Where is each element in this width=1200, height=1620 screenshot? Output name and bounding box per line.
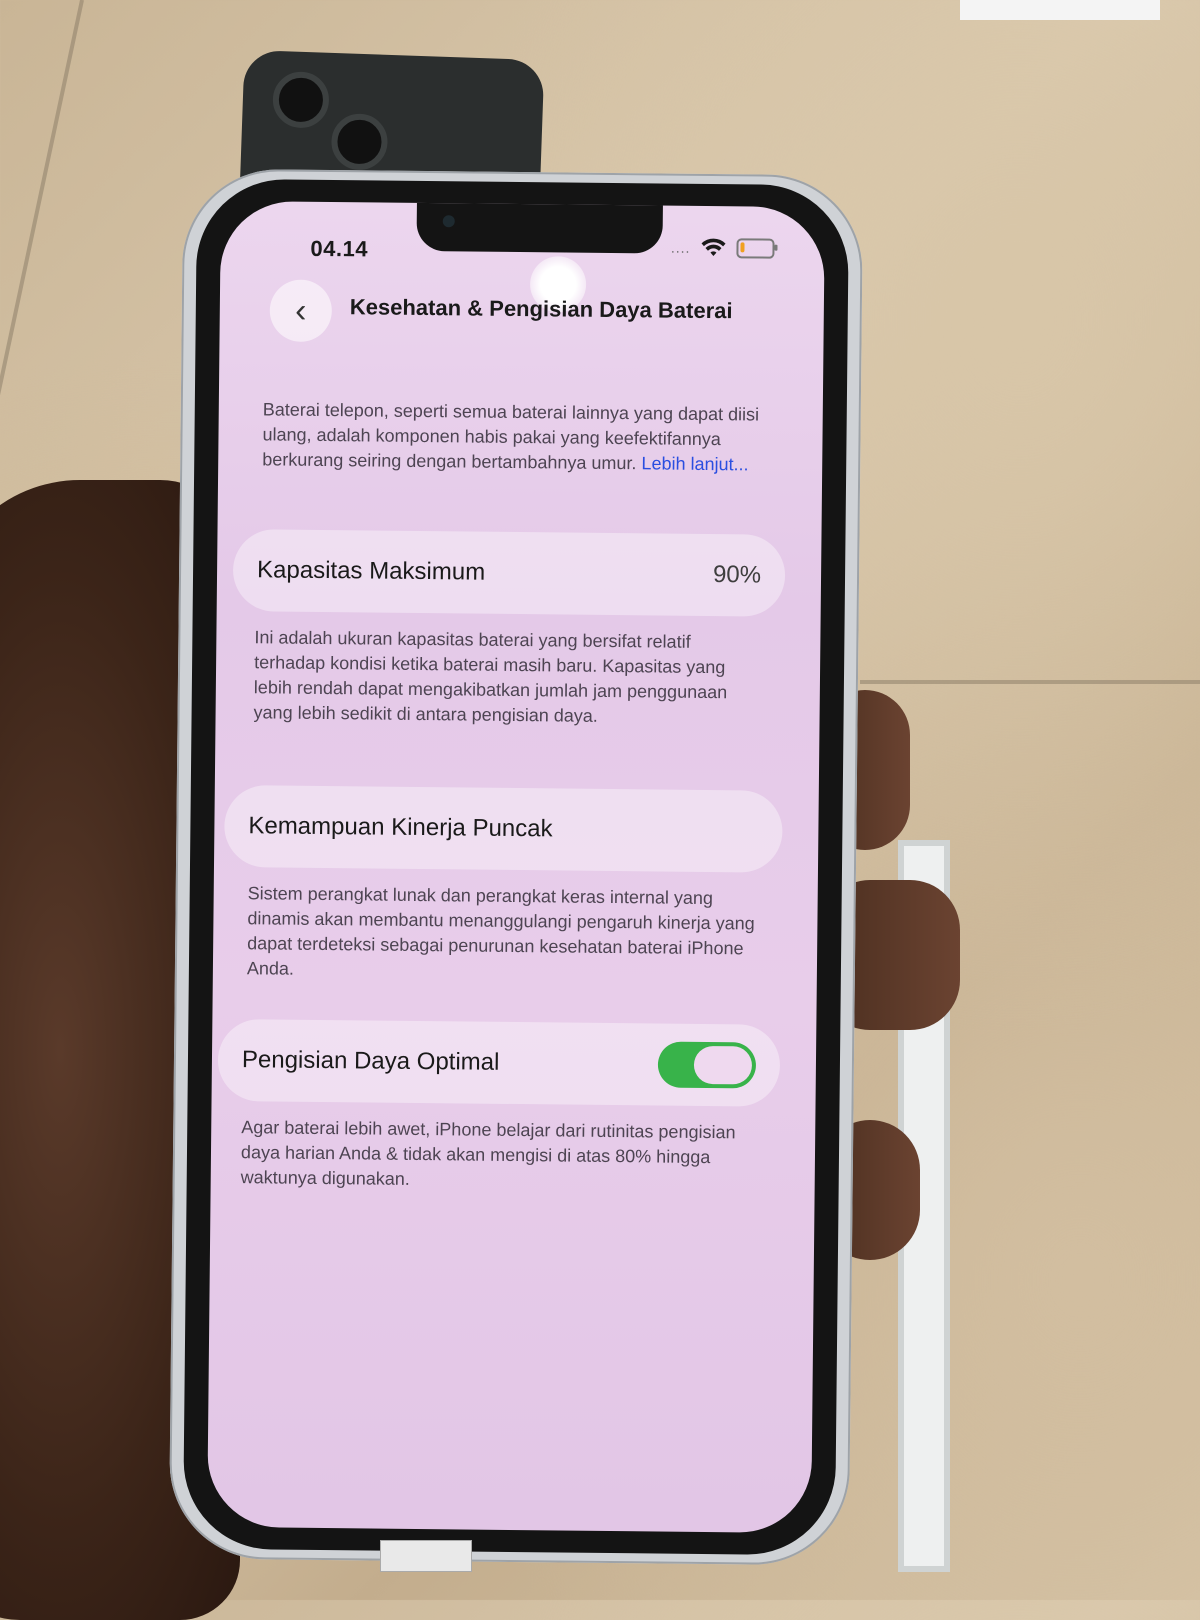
- optimized-charging-toggle[interactable]: [657, 1041, 757, 1089]
- iphone: 04.14 .... ‹ Kesehatan & Pengisian Daya …: [168, 168, 864, 1566]
- phone-bezel: 04.14 .... ‹ Kesehatan & Pengisian Daya …: [182, 178, 850, 1556]
- floor-tile-seam: [0, 0, 84, 549]
- status-icons: ....: [671, 238, 775, 259]
- max-capacity-value: 90%: [712, 561, 762, 589]
- packaging-wrap: [960, 0, 1160, 20]
- page-title: Kesehatan & Pengisian Daya Baterai: [349, 294, 733, 324]
- intro-text: Baterai telepon, seperti semua baterai l…: [262, 399, 760, 475]
- barcode-sticker: [380, 1540, 472, 1572]
- floor-tile-seam: [860, 680, 1200, 684]
- optimized-charging-row: Pengisian Daya Optimal: [217, 1018, 781, 1107]
- max-capacity-label: Kapasitas Maksimum: [256, 556, 486, 586]
- battery-low-icon: [736, 238, 775, 259]
- back-button[interactable]: ‹: [269, 279, 333, 343]
- peak-performance-description: Sistem perangkat lunak dan perangkat ker…: [246, 883, 755, 979]
- phone-screen: 04.14 .... ‹ Kesehatan & Pengisian Daya …: [207, 200, 825, 1534]
- optimized-charging-description: Agar baterai lebih awet, iPhone belajar …: [240, 1117, 736, 1189]
- status-time: 04.14: [310, 235, 369, 262]
- signal-dots-icon: ....: [670, 239, 691, 256]
- chevron-left-icon: ‹: [294, 291, 307, 330]
- wifi-icon: [701, 238, 726, 257]
- peak-performance-row[interactable]: Kemampuan Kinerja Puncak: [223, 784, 783, 873]
- max-capacity-row: Kapasitas Maksimum 90%: [232, 529, 786, 617]
- peak-performance-label: Kemampuan Kinerja Puncak: [248, 812, 553, 843]
- optimized-charging-label: Pengisian Daya Optimal: [241, 1046, 500, 1076]
- max-capacity-description: Ini adalah ukuran kapasitas baterai yang…: [253, 627, 728, 726]
- notch: [416, 200, 663, 254]
- learn-more-link[interactable]: Lebih lanjut...: [641, 453, 748, 474]
